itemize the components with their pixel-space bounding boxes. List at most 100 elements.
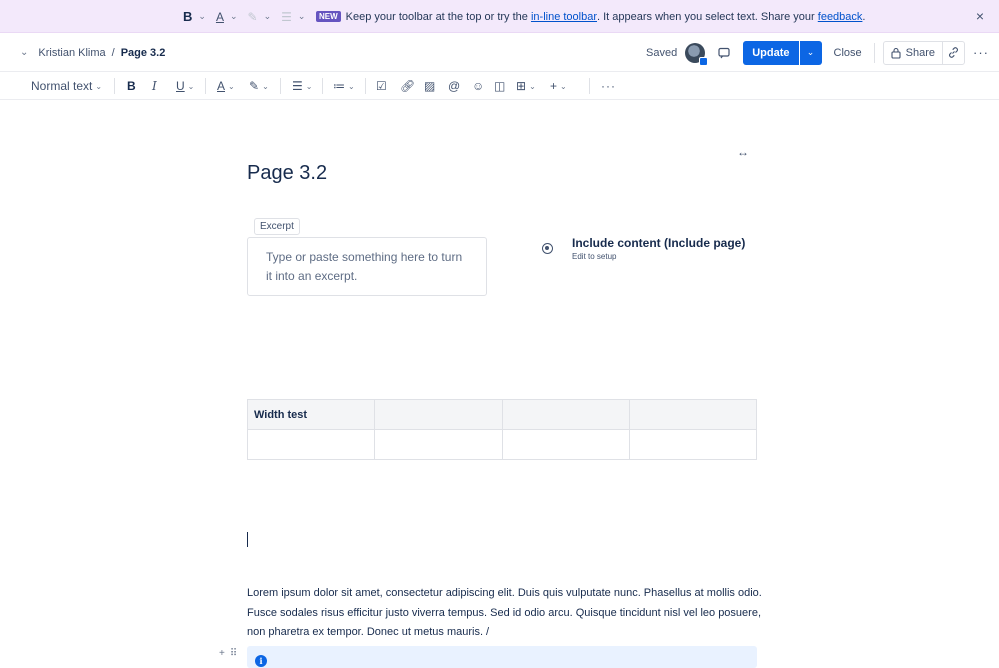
- block-controls: + ⠿: [219, 648, 237, 659]
- breadcrumb-current: Page 3.2: [120, 46, 166, 59]
- chevron-down-icon[interactable]: ⌄: [298, 11, 306, 22]
- table-header-cell[interactable]: [374, 399, 503, 430]
- divider: [322, 78, 323, 94]
- list-dropdown[interactable]: ≔ ⌄: [333, 78, 355, 94]
- text-color-icon: A: [217, 79, 226, 93]
- align-icon[interactable]: ☰: [281, 10, 292, 24]
- divider: [365, 78, 366, 94]
- info-icon: i: [255, 655, 267, 667]
- chevron-down-icon: ⌄: [348, 81, 355, 91]
- highlight-dropdown[interactable]: ✎ ⌄: [249, 78, 269, 94]
- divider: [589, 78, 590, 94]
- table-icon: ⊞: [516, 79, 527, 93]
- highlight-icon: ✎: [249, 79, 260, 93]
- chevron-down-icon: ⌄: [228, 81, 235, 91]
- table-cell[interactable]: [246, 429, 376, 460]
- chevron-down-icon: ⌄: [529, 81, 536, 91]
- divider: [873, 42, 875, 63]
- new-badge: NEW: [316, 11, 341, 22]
- plus-icon: +: [550, 79, 558, 93]
- banner-text: Keep your toolbar at the top or try the: [345, 10, 528, 23]
- chevron-down-icon[interactable]: ⌄: [20, 47, 28, 58]
- editor-toolbar: Normal text ⌄ B I U ⌄ A ⌄ ✎ ⌄ ☰ ⌄ ≔ ⌄ ☑ 🔗︎ ▨ @…: [0, 72, 999, 100]
- chevron-down-icon: ⌄: [305, 81, 313, 91]
- bullet-list-icon: ≔: [333, 79, 345, 93]
- share-label: Share: [905, 46, 935, 59]
- table-header-cell[interactable]: [501, 399, 630, 430]
- layout-icon[interactable]: ◫: [494, 78, 505, 94]
- add-block-icon[interactable]: +: [219, 648, 225, 659]
- more-options-icon[interactable]: ···: [973, 45, 989, 60]
- width-test-table: Width test: [246, 399, 758, 460]
- emoji-icon[interactable]: ☺: [472, 78, 484, 94]
- more-formatting-icon[interactable]: ···: [601, 78, 616, 94]
- text-color-dropdown[interactable]: A ⌄: [217, 78, 235, 94]
- align-left-icon: ☰: [292, 79, 303, 93]
- divider: [280, 78, 281, 94]
- banner-text: .: [862, 10, 866, 23]
- text-cursor: [247, 532, 248, 547]
- highlight-icon[interactable]: ✎: [248, 10, 258, 24]
- chevron-down-icon[interactable]: ⌄: [198, 11, 206, 22]
- banner-toolbar-preview: B ⌄ A ⌄ ✎ ⌄ ☰ ⌄: [183, 0, 305, 33]
- width-toggle-icon[interactable]: ↔: [737, 145, 749, 159]
- text-color-icon[interactable]: A: [216, 10, 224, 24]
- chevron-down-icon: ⌄: [262, 81, 269, 91]
- copy-link-icon[interactable]: [942, 41, 964, 64]
- breadcrumb: ⌄ Kristian Klima / Page 3.2: [18, 33, 165, 72]
- saved-status: Saved: [646, 46, 678, 59]
- italic-button[interactable]: I: [152, 78, 157, 94]
- table-header-cell[interactable]: [628, 399, 758, 430]
- alignment-dropdown[interactable]: ☰ ⌄: [292, 78, 312, 94]
- chevron-down-icon: ⌄: [95, 81, 103, 91]
- close-button[interactable]: Close: [830, 47, 866, 59]
- table-dropdown[interactable]: ⊞ ⌄: [516, 78, 536, 94]
- close-icon[interactable]: ×: [972, 8, 988, 24]
- chevron-down-icon: ⌄: [560, 81, 567, 91]
- toolbar-promo-banner: B ⌄ A ⌄ ✎ ⌄ ☰ ⌄ NEW Keep your toolbar at…: [0, 0, 999, 33]
- underline-dropdown[interactable]: U ⌄: [176, 78, 194, 94]
- info-panel[interactable]: i: [247, 646, 757, 668]
- body-paragraph[interactable]: Lorem ipsum dolor sit amet, consectetur …: [247, 584, 762, 643]
- lock-icon: [891, 47, 901, 59]
- text-style-dropdown[interactable]: Normal text ⌄: [31, 78, 102, 94]
- editor-header: ⌄ Kristian Klima / Page 3.2 Saved Update…: [0, 33, 999, 72]
- share-button[interactable]: Share: [884, 42, 942, 64]
- presence-badge: [699, 56, 709, 66]
- chevron-down-icon[interactable]: ⌄: [264, 11, 272, 22]
- table-row: [246, 429, 758, 460]
- comment-icon[interactable]: [713, 42, 735, 64]
- table-cell[interactable]: [628, 429, 758, 460]
- banner-text: . It appears when you select text. Share…: [597, 10, 815, 23]
- breadcrumb-parent[interactable]: Kristian Klima: [38, 47, 105, 59]
- underline-icon: U: [176, 79, 185, 93]
- checkbox-icon[interactable]: ☑: [376, 78, 387, 94]
- bold-button[interactable]: B: [127, 78, 136, 94]
- divider: [114, 78, 115, 94]
- insert-dropdown[interactable]: + ⌄: [550, 78, 567, 94]
- update-button[interactable]: Update: [743, 40, 799, 65]
- text-style-label: Normal text: [31, 79, 93, 93]
- include-page-macro-subtitle: Edit to setup: [572, 252, 617, 261]
- table-cell[interactable]: [501, 429, 630, 460]
- excerpt-input[interactable]: Type or paste something here to turn it …: [247, 237, 487, 296]
- mention-icon[interactable]: @: [448, 78, 460, 94]
- inline-toolbar-link[interactable]: in-line toolbar: [531, 11, 597, 23]
- update-options-chevron-icon[interactable]: ⌄: [799, 40, 822, 65]
- excerpt-label: Excerpt: [254, 218, 300, 235]
- avatar[interactable]: [685, 42, 709, 66]
- bold-icon[interactable]: B: [183, 9, 192, 24]
- macro-icon: [542, 243, 553, 254]
- breadcrumb-separator: /: [111, 46, 115, 59]
- banner-message: NEW Keep your toolbar at the top or try …: [316, 0, 865, 33]
- include-page-macro-title[interactable]: Include content (Include page): [572, 236, 745, 250]
- chevron-down-icon[interactable]: ⌄: [230, 11, 238, 22]
- table-cell[interactable]: [374, 429, 503, 460]
- link-icon[interactable]: 🔗︎: [400, 78, 415, 94]
- page-title[interactable]: Page 3.2: [247, 162, 327, 185]
- divider: [205, 78, 206, 94]
- table-header-cell[interactable]: Width test: [246, 399, 376, 430]
- drag-handle-icon[interactable]: ⠿: [230, 648, 237, 659]
- image-icon[interactable]: ▨: [424, 78, 435, 94]
- feedback-link[interactable]: feedback: [818, 11, 863, 23]
